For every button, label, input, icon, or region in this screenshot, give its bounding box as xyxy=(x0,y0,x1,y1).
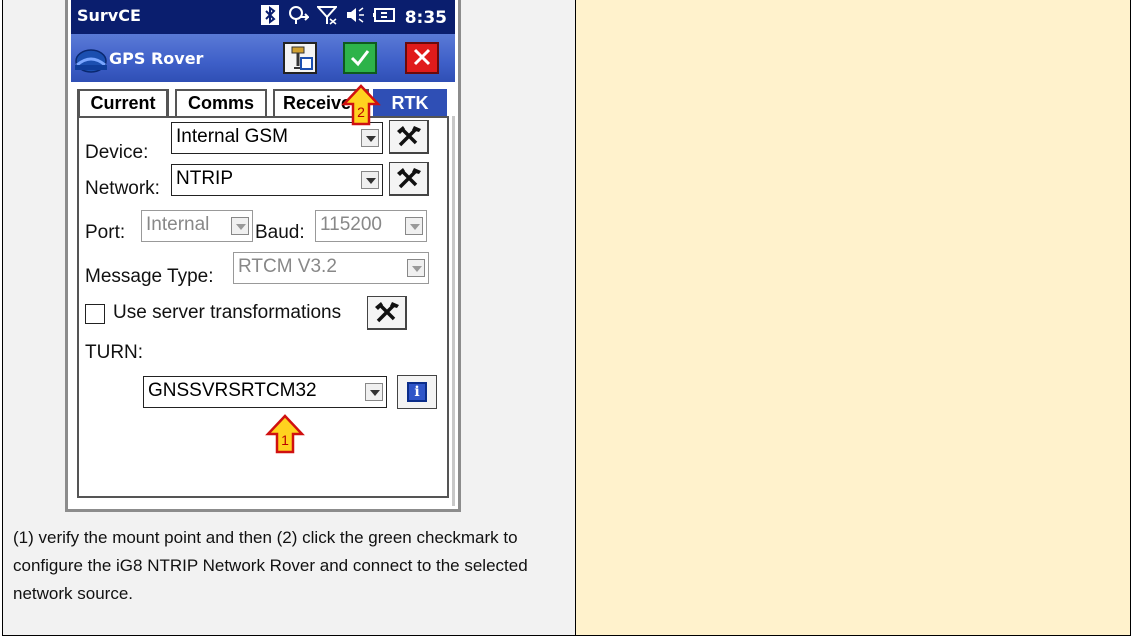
no-signal-icon xyxy=(315,5,338,30)
tools-icon xyxy=(375,302,399,323)
gps-icon xyxy=(287,5,311,30)
device-label: Device: xyxy=(85,142,149,163)
callout-arrow-2: 2 xyxy=(341,84,381,126)
network-label: Network: xyxy=(85,178,160,199)
status-time: 8:35 xyxy=(404,7,447,28)
tab-current[interactable]: Current xyxy=(77,89,169,116)
checkmark-icon xyxy=(350,50,370,67)
info-icon: i xyxy=(407,382,427,402)
device-value: Internal GSM xyxy=(176,126,288,147)
bluetooth-icon xyxy=(260,5,279,30)
server-transformations-settings-button[interactable] xyxy=(367,296,407,330)
notes-cell xyxy=(576,0,1131,636)
tab-comms[interactable]: Comms xyxy=(175,89,267,116)
device-dropdown[interactable]: Internal GSM xyxy=(171,122,383,154)
use-server-transformations-checkbox[interactable] xyxy=(85,304,105,324)
device-settings-button[interactable] xyxy=(389,120,429,154)
battery-icon xyxy=(372,5,397,30)
helmet-icon xyxy=(73,43,107,73)
baud-label: Baud: xyxy=(255,222,305,243)
baud-dropdown: 115200 xyxy=(315,210,427,242)
device-screen-content: SurvCE 8:35 GPS Rover Current Comms Rece… xyxy=(71,0,455,506)
chevron-down-icon xyxy=(361,129,379,147)
title-bar: GPS Rover xyxy=(71,34,455,82)
mount-point-info-button[interactable]: i xyxy=(397,375,437,409)
instrument-config-button[interactable] xyxy=(283,42,317,74)
network-value: NTRIP xyxy=(176,168,233,189)
screenshot-cell: SurvCE 8:35 GPS Rover Current Comms Rece… xyxy=(2,0,576,636)
window-title: GPS Rover xyxy=(109,49,204,68)
callout-arrow-1: 1 xyxy=(265,414,305,454)
message-type-label: Message Type: xyxy=(85,266,214,287)
tools-icon xyxy=(397,168,421,189)
status-icons: 8:35 xyxy=(260,5,447,30)
cancel-button[interactable] xyxy=(405,42,439,74)
chevron-down-icon xyxy=(365,383,383,401)
receiver-config-icon xyxy=(291,46,313,70)
device-screen: SurvCE 8:35 GPS Rover Current Comms Rece… xyxy=(65,0,461,512)
tools-icon xyxy=(397,126,421,147)
port-label: Port: xyxy=(85,222,126,243)
port-value: Internal xyxy=(146,214,210,235)
tab-bar: Current Comms Receiver RTK xyxy=(71,82,455,116)
instruction-caption: (1) verify the mount point and then (2) … xyxy=(13,528,528,603)
port-dropdown: Internal xyxy=(141,210,253,242)
message-type-dropdown: RTCM V3.2 xyxy=(233,252,429,284)
use-server-transformations-label: Use server transformations xyxy=(113,302,342,323)
close-icon xyxy=(413,48,431,66)
chevron-down-icon xyxy=(231,217,249,235)
network-settings-button[interactable] xyxy=(389,162,429,196)
callout-number-1: 1 xyxy=(281,432,289,448)
tab-rtk[interactable]: RTK xyxy=(373,89,447,116)
status-bar: SurvCE 8:35 xyxy=(71,0,455,34)
mount-point-value: GNSSVRSRTCM32 xyxy=(148,380,317,401)
callout-number-2: 2 xyxy=(357,104,365,120)
ok-checkmark-button[interactable] xyxy=(343,42,377,74)
status-app-name: SurvCE xyxy=(77,6,141,25)
chevron-down-icon xyxy=(405,217,423,235)
chevron-down-icon xyxy=(361,171,379,189)
baud-value: 115200 xyxy=(320,214,382,235)
document-table: SurvCE 8:35 GPS Rover Current Comms Rece… xyxy=(0,0,1131,636)
turn-label: TURN: xyxy=(85,342,144,363)
network-dropdown[interactable]: NTRIP xyxy=(171,164,383,196)
message-type-value: RTCM V3.2 xyxy=(238,256,337,277)
mount-point-dropdown[interactable]: GNSSVRSRTCM32 xyxy=(143,376,387,408)
chevron-down-icon xyxy=(407,259,425,277)
volume-icon xyxy=(345,5,365,30)
rtk-tab-panel: Device: Internal GSM Network: NTRIP Port… xyxy=(77,116,449,498)
